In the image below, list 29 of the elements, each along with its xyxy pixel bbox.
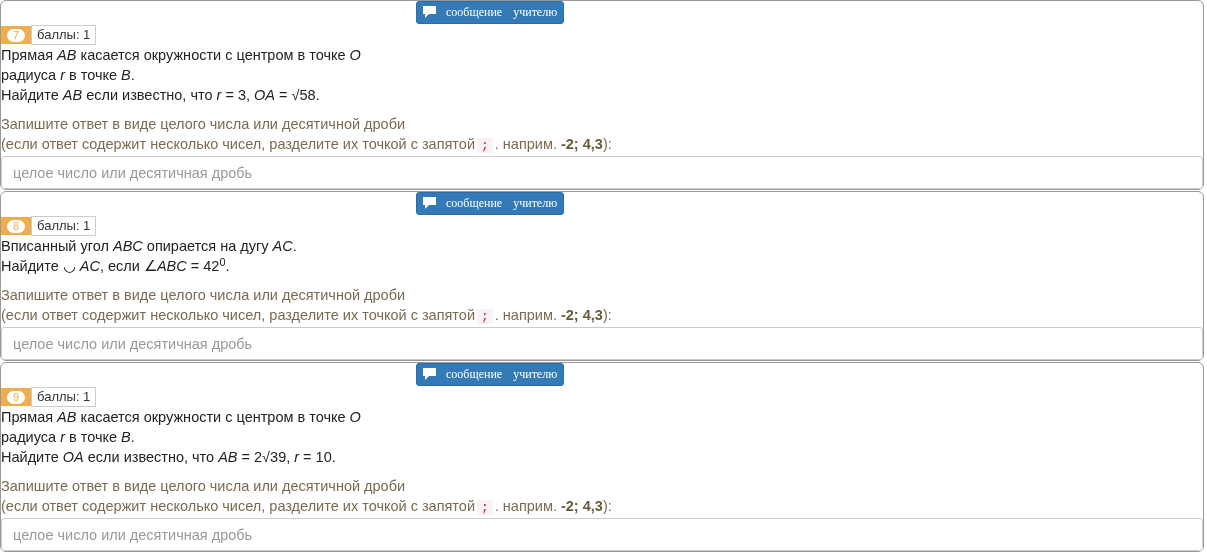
answer-format-note: (если ответ содержит несколько чисел, разделите их точкой с запятой ; . наприм. -2; 4,3): (1, 306, 613, 326)
question-text: радиуса r в точке B. (1, 66, 136, 85)
speech-bubble-icon (423, 368, 436, 380)
points-label: баллы: 1 (31, 387, 97, 407)
question-text: Прямая AB касается окружности с центром в точке O (1, 408, 362, 427)
question-number-badge: 9 (1, 388, 31, 406)
question-text: Найдите AB если известно, что r = 3, OA = √58. (1, 86, 321, 105)
question-number-badge: 7 (1, 26, 31, 44)
speech-bubble-icon (423, 6, 436, 18)
question-text: Прямая AB касается окружности с центром в точке O (1, 46, 362, 65)
question-text: радиуса r в точке B. (1, 428, 136, 447)
answer-instructions: Запишите ответ в виде целого числа или десятичной дроби (1, 115, 407, 134)
answer-format-note: (если ответ содержит несколько чисел, разделите их точкой с запятой ; . наприм. -2; 4,3): (1, 497, 613, 517)
points-label: баллы: 1 (31, 25, 97, 45)
question-text: Найдите ◡ AC, если ∠ABC = 42$^{0}$. (1, 256, 231, 276)
message-button[interactable]: сообщение учителю (416, 192, 565, 215)
question-number-badge: 8 (1, 217, 31, 235)
question-text: Вписанный угол ABC опирается на дугу AC. (1, 237, 298, 256)
speech-bubble-icon (423, 197, 436, 209)
answer-instructions: Запишите ответ в виде целого числа или десятичной дроби (1, 286, 407, 305)
answer-format-note: (если ответ содержит несколько чисел, разделите их точкой с запятой ; . наприм. -2; 4,3): (1, 135, 613, 155)
message-button[interactable]: сообщение учителю (416, 1, 565, 24)
answer-input-field[interactable]: целое число или десятичная дробь (1, 518, 1203, 551)
answer-instructions: Запишите ответ в виде целого числа или десятичной дроби (1, 477, 407, 496)
answer-input-field[interactable]: целое число или десятичная дробь (1, 156, 1203, 189)
points-label: баллы: 1 (31, 216, 97, 236)
question-text: Найдите OA если известно, что AB = 2√39, r = 10. (1, 448, 337, 467)
message-button[interactable]: сообщение учителю (416, 363, 565, 386)
answer-input-field[interactable]: целое число или десятичная дробь (1, 327, 1203, 360)
